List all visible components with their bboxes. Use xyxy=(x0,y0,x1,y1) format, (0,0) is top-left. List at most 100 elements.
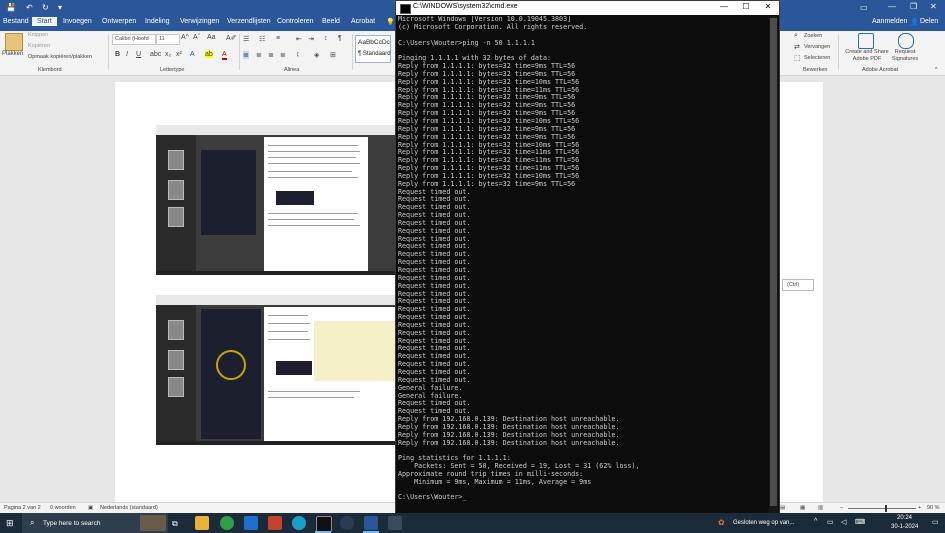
cmd-close-icon[interactable]: ✕ xyxy=(762,2,774,11)
bullets-icon[interactable]: ☰ xyxy=(243,35,249,43)
create-and-share-pdf-button[interactable]: Create and Share Adobe PDF xyxy=(842,49,892,62)
line-spacing-icon[interactable]: ↨ xyxy=(296,51,300,58)
request-signatures-button[interactable]: Request Signatures xyxy=(890,49,920,62)
ribbon-display-icon[interactable]: ▭ xyxy=(860,3,868,12)
collapse-ribbon-icon[interactable]: ^ xyxy=(935,67,938,73)
show-formatting-icon[interactable]: ¶ xyxy=(338,35,342,42)
focus-mode-icon[interactable]: ▤ xyxy=(780,505,785,511)
tab-controleren[interactable]: Controleren xyxy=(277,18,314,25)
proofing-icon[interactable]: ▣ xyxy=(88,505,93,511)
embedded-taskbar xyxy=(156,271,396,275)
redo-icon[interactable]: ↻ xyxy=(42,3,49,12)
style-sample: AaBbCcDc xyxy=(358,39,390,46)
cmd-cursor: _ xyxy=(462,493,467,502)
sort-icon[interactable]: ↕ xyxy=(324,35,328,42)
font-size-select[interactable]: 11 xyxy=(156,34,180,45)
underline-icon[interactable]: U xyxy=(136,51,141,58)
align-center-icon[interactable]: ≣ xyxy=(256,51,262,59)
paragraph-group-label: Alinea xyxy=(284,67,300,73)
font-color-icon[interactable]: A xyxy=(222,51,227,60)
multilevel-list-icon[interactable]: ≡ xyxy=(276,35,280,42)
italic-icon[interactable]: I xyxy=(126,51,128,58)
cmd-title-bar[interactable]: C:\WINDOWS\system32\cmd.exe — ☐ ✕ xyxy=(396,1,779,15)
page-thumbnail xyxy=(168,320,184,340)
strikethrough-icon[interactable]: abc xyxy=(150,51,161,58)
paste-icon[interactable] xyxy=(5,33,23,51)
tab-ontwerpen[interactable]: Ontwerpen xyxy=(102,18,136,25)
undo-icon[interactable]: ↶ xyxy=(26,3,33,12)
tab-indeling[interactable]: Indeling xyxy=(145,18,170,25)
zoom-slider[interactable] xyxy=(848,508,916,509)
paste-options-button[interactable]: (Ctrl) xyxy=(782,279,814,291)
word-count[interactable]: 0 woorden xyxy=(50,505,76,511)
close-icon[interactable]: ✕ xyxy=(930,2,937,11)
increase-indent-icon[interactable]: ⇥ xyxy=(308,35,314,43)
minimize-icon[interactable]: — xyxy=(888,2,896,11)
cmd-console[interactable]: Microsoft Windows [Version 10.0.19045.38… xyxy=(398,16,768,514)
select-button[interactable]: Selecteren xyxy=(804,55,830,61)
text-line xyxy=(268,323,310,324)
font-name-select[interactable]: Calibri (Hoofd xyxy=(112,34,156,45)
cmd-minimize-icon[interactable]: — xyxy=(718,2,730,11)
share-button[interactable]: Delen xyxy=(920,18,938,25)
tab-acrobat[interactable]: Acrobat xyxy=(351,18,375,25)
shrink-font-icon[interactable]: Aˇ xyxy=(193,34,200,41)
numbering-icon[interactable]: ☷ xyxy=(259,35,265,43)
cmd-window[interactable]: C:\WINDOWS\system32\cmd.exe — ☐ ✕ Micros… xyxy=(395,0,780,515)
replace-button[interactable]: Vervangen xyxy=(804,44,830,50)
tab-start[interactable]: Start xyxy=(32,17,57,26)
zoom-out-icon[interactable]: − xyxy=(840,505,843,511)
lightbulb-icon[interactable]: 💡 xyxy=(386,18,395,26)
align-right-icon[interactable]: ≣ xyxy=(268,51,274,59)
tab-beeld[interactable]: Beeld xyxy=(322,18,340,25)
page-count[interactable]: Pagina 2 van 2 xyxy=(4,505,41,511)
cmd-app-icon xyxy=(400,4,411,14)
maximize-icon[interactable]: ❐ xyxy=(910,2,917,11)
highlight-icon[interactable]: ab xyxy=(205,51,213,58)
justify-icon[interactable]: ≣ xyxy=(280,51,286,59)
bold-icon[interactable]: B xyxy=(115,51,120,58)
taskbar-search-box[interactable]: ⌕ Type here to search xyxy=(22,513,168,533)
acrobat-group-label: Adobe Acrobat xyxy=(862,67,899,73)
quick-access-dropdown-icon[interactable]: ▾ xyxy=(58,3,62,12)
superscript-icon[interactable]: x² xyxy=(176,51,182,58)
embedded-screenshot-1[interactable] xyxy=(156,125,396,275)
cmd-scrollbar[interactable] xyxy=(769,16,778,514)
format-painter-button[interactable]: Opmaak kopiëren/plakken xyxy=(28,54,92,60)
copy-button[interactable]: Kopiëren xyxy=(28,43,50,49)
text-line xyxy=(268,219,354,220)
cmd-maximize-icon[interactable]: ☐ xyxy=(740,2,752,11)
windows-start-icon[interactable]: ⊞ xyxy=(6,518,14,529)
paste-button[interactable]: Plakken xyxy=(2,51,23,57)
zoom-in-icon[interactable]: + xyxy=(918,505,921,511)
cmd-scrollbar-thumb[interactable] xyxy=(770,18,777,506)
save-icon[interactable]: 💾 xyxy=(6,3,16,12)
find-button[interactable]: Zoeken xyxy=(804,33,822,39)
decrease-indent-icon[interactable]: ⇤ xyxy=(296,35,302,43)
borders-icon[interactable]: ⊞ xyxy=(330,51,336,59)
style-standaard[interactable]: AaBbCcDc ¶ Standaard xyxy=(355,35,391,63)
change-case-icon[interactable]: Aa xyxy=(207,34,216,41)
tab-bestand[interactable]: Bestand xyxy=(3,18,29,25)
print-layout-icon[interactable]: ▦ xyxy=(800,505,805,511)
group-divider xyxy=(239,34,240,70)
language[interactable]: Nederlands (standaard) xyxy=(100,505,158,511)
grow-font-icon[interactable]: A^ xyxy=(181,34,189,41)
page-thumbnail xyxy=(168,180,184,200)
tab-verwijzingen[interactable]: Verwijzingen xyxy=(180,18,219,25)
embedded-image xyxy=(276,361,312,375)
tab-verzendlijsten[interactable]: Verzendlijsten xyxy=(227,18,271,25)
zoom-level[interactable]: 90 % xyxy=(927,505,940,511)
text-line xyxy=(268,397,354,398)
embedded-screenshot-2[interactable] xyxy=(156,295,396,445)
zoom-slider-thumb[interactable] xyxy=(885,505,887,512)
subscript-icon[interactable]: x₂ xyxy=(165,51,171,58)
clear-formatting-icon[interactable]: A✐ xyxy=(226,34,237,42)
align-left-icon[interactable]: ≣ xyxy=(243,51,249,59)
sign-in-link[interactable]: Aanmelden xyxy=(872,18,907,25)
text-effects-icon[interactable]: A xyxy=(190,51,195,58)
cut-button[interactable]: Knippen xyxy=(28,32,48,38)
shading-icon[interactable]: ◈ xyxy=(314,51,319,59)
tab-invoegen[interactable]: Invoegen xyxy=(63,18,92,25)
web-layout-icon[interactable]: ▥ xyxy=(818,505,823,511)
